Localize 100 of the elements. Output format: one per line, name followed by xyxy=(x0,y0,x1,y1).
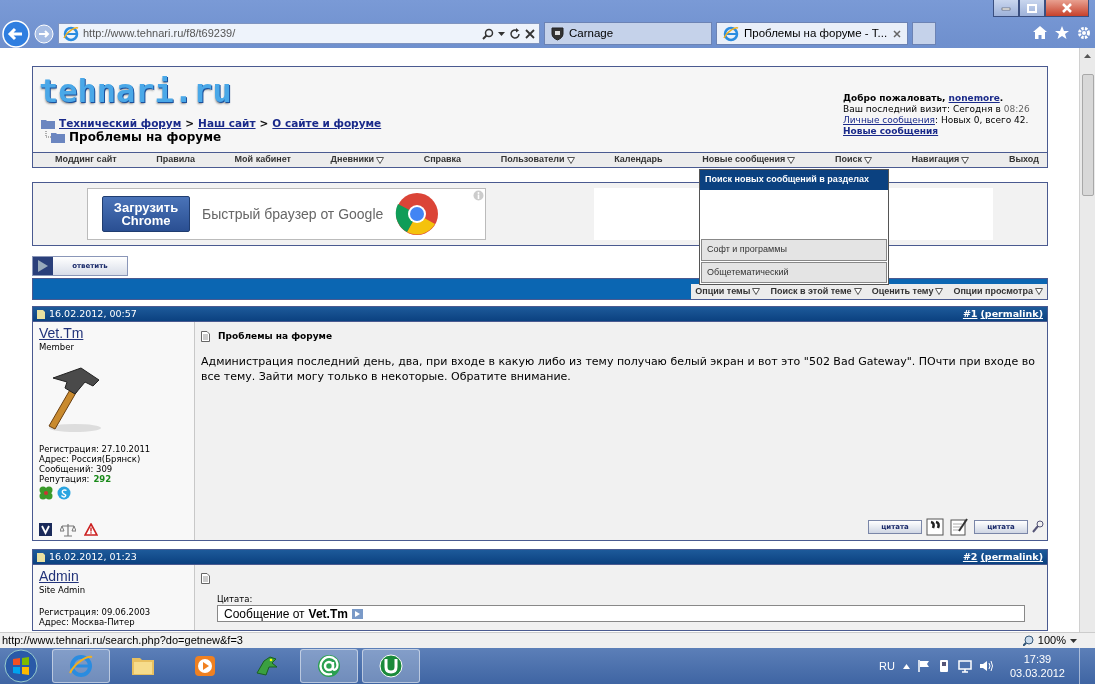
scrollbar-thumb[interactable] xyxy=(1081,74,1094,196)
user-detail: Регистрация: 09.06.2003 xyxy=(39,606,152,617)
nav-link[interactable]: Новые сообщения xyxy=(702,153,796,167)
mail-icon[interactable] xyxy=(316,653,342,679)
breadcrumb-link[interactable]: Технический форум xyxy=(59,117,182,130)
post-icon xyxy=(37,309,45,319)
caret-icon[interactable] xyxy=(902,663,910,669)
user-detail: Адрес: Россия(Брянск) xyxy=(39,453,142,464)
back-icon[interactable] xyxy=(2,20,30,48)
browser-logo-icon xyxy=(395,192,440,236)
last-visit-text: Ваш последний визит: Сегодня в xyxy=(843,104,1001,115)
folder-icon xyxy=(45,131,65,143)
scrollbar[interactable] xyxy=(1079,48,1095,632)
breadcrumb-link[interactable]: О сайте и форуме xyxy=(272,117,382,130)
nav-link[interactable]: Пользователи xyxy=(500,153,575,167)
user-rank: Site Admin xyxy=(39,584,87,597)
clock[interactable]: 17:39 03.03.2012 xyxy=(1009,652,1065,680)
username-link[interactable]: Vet.Tm xyxy=(39,325,84,341)
user-detail: Регистрация: 27.10.2011 xyxy=(39,443,152,454)
browser-icon xyxy=(63,25,79,42)
ad-text: Быстрый браузер от Google xyxy=(202,204,384,224)
post-title: Проблемы на форуме xyxy=(218,330,333,343)
post-date: 16.02.2012, 01:23 xyxy=(49,549,137,564)
play-icon[interactable] xyxy=(192,653,218,679)
view-post-icon[interactable] xyxy=(351,609,363,619)
nav-link[interactable]: Навигация xyxy=(911,153,970,167)
username-link[interactable]: nonemore xyxy=(948,93,1000,104)
user-detail: Сообщений: 309 xyxy=(39,463,113,474)
quote-author: Vet.Tm xyxy=(308,607,348,621)
quote-source: Сообщение от xyxy=(224,607,305,621)
permalink-link[interactable]: (permalink) xyxy=(980,306,1043,322)
browser-tab[interactable]: Carnage xyxy=(544,22,712,45)
device-icon[interactable] xyxy=(937,659,950,673)
search-icon[interactable] xyxy=(482,27,494,40)
username-link[interactable]: Admin xyxy=(39,568,79,584)
edit-icon[interactable] xyxy=(950,518,970,536)
warning-icon[interactable] xyxy=(84,523,98,536)
clover-icon[interactable] xyxy=(39,485,53,500)
page-title: Проблемы на форуме xyxy=(69,130,222,144)
new-posts-link[interactable]: Новые сообщения xyxy=(843,126,939,137)
address-bar[interactable]: http://www.tehnari.ru/f8/t69239/ xyxy=(58,23,540,44)
menu-item[interactable]: Общетематический xyxy=(701,261,887,283)
nav-link[interactable]: Мой кабинет xyxy=(234,153,291,167)
flag-icon[interactable] xyxy=(917,660,930,672)
letter-icon[interactable] xyxy=(39,523,52,536)
new-tab-button[interactable] xyxy=(912,22,936,45)
status-url: http://www.tehnari.ru/search.php?do=getnew&f=3 xyxy=(2,633,243,649)
nav-link[interactable]: Календарь xyxy=(614,153,663,167)
nav-link[interactable]: Дневники xyxy=(330,153,384,167)
nav-link[interactable]: Моддинг сайт xyxy=(55,153,117,167)
breadcrumb-separator: > xyxy=(259,117,269,130)
thread-tool-link[interactable]: Опции просмотра xyxy=(953,284,1043,299)
chat-icon[interactable] xyxy=(57,485,71,500)
quote-icon[interactable] xyxy=(926,518,946,536)
nav-link[interactable]: Правила xyxy=(156,153,195,167)
nav-link[interactable]: Справка xyxy=(423,153,462,167)
user-rank: Member xyxy=(39,341,75,354)
post-date: 16.02.2012, 00:57 xyxy=(49,306,137,321)
start-icon[interactable] xyxy=(4,649,38,683)
caret-icon[interactable] xyxy=(1084,54,1091,58)
scales-icon[interactable] xyxy=(60,523,76,537)
download-button[interactable]: Загрузить Chrome xyxy=(102,196,190,232)
forward-icon[interactable] xyxy=(34,24,54,44)
settings-icon[interactable] xyxy=(1077,26,1091,40)
reputation-value: 292 xyxy=(93,473,112,484)
refresh-icon[interactable] xyxy=(509,27,521,40)
thread-tool-link[interactable]: Опции темы xyxy=(695,284,761,299)
quote-add-icon[interactable] xyxy=(1032,520,1044,534)
user-detail: Репутация: xyxy=(39,473,90,484)
last-visit-time: 08:26 xyxy=(1003,104,1030,115)
nav-link[interactable]: Выход xyxy=(1008,153,1039,167)
star-icon[interactable] xyxy=(1055,26,1069,39)
menu-item[interactable]: Софт и программы xyxy=(701,239,887,261)
dragon-icon[interactable] xyxy=(254,653,280,679)
language-indicator[interactable]: RU xyxy=(879,657,895,675)
home-icon[interactable] xyxy=(1033,26,1047,39)
post-icon xyxy=(37,552,45,562)
speaker-icon[interactable] xyxy=(979,660,994,672)
network-icon[interactable] xyxy=(957,659,972,673)
quote-label: Цитата: xyxy=(217,594,254,604)
messages-link[interactable]: Личные сообщения xyxy=(843,115,935,126)
close-icon[interactable] xyxy=(893,29,901,38)
thread-tool-link[interactable]: Оценить тему xyxy=(871,284,944,299)
breadcrumb-link[interactable]: Наш сайт xyxy=(198,117,256,130)
post-number-link[interactable]: #2 xyxy=(962,549,978,565)
zoom-control[interactable]: 100% xyxy=(1022,632,1077,649)
zoom-icon xyxy=(1022,635,1034,646)
nav-link[interactable]: Поиск xyxy=(834,153,872,167)
caret-icon[interactable] xyxy=(498,31,505,36)
post-number-link[interactable]: #1 xyxy=(962,306,978,322)
caret-icon xyxy=(1070,638,1077,643)
thread-tool-link[interactable]: Поиск в этой теме xyxy=(770,284,862,299)
document-icon xyxy=(201,573,210,584)
permalink-link[interactable]: (permalink) xyxy=(980,549,1043,565)
ad-banner[interactable]: Загрузить Chrome Быстрый браузер от Google xyxy=(87,188,487,240)
document-icon xyxy=(201,331,210,343)
browser-tab[interactable]: Проблемы на форуме - Т... xyxy=(716,22,908,45)
torrent-icon[interactable] xyxy=(378,653,404,679)
stop-icon[interactable] xyxy=(525,28,535,39)
menu-item[interactable]: Поиск новых сообщений в разделах xyxy=(700,170,888,190)
